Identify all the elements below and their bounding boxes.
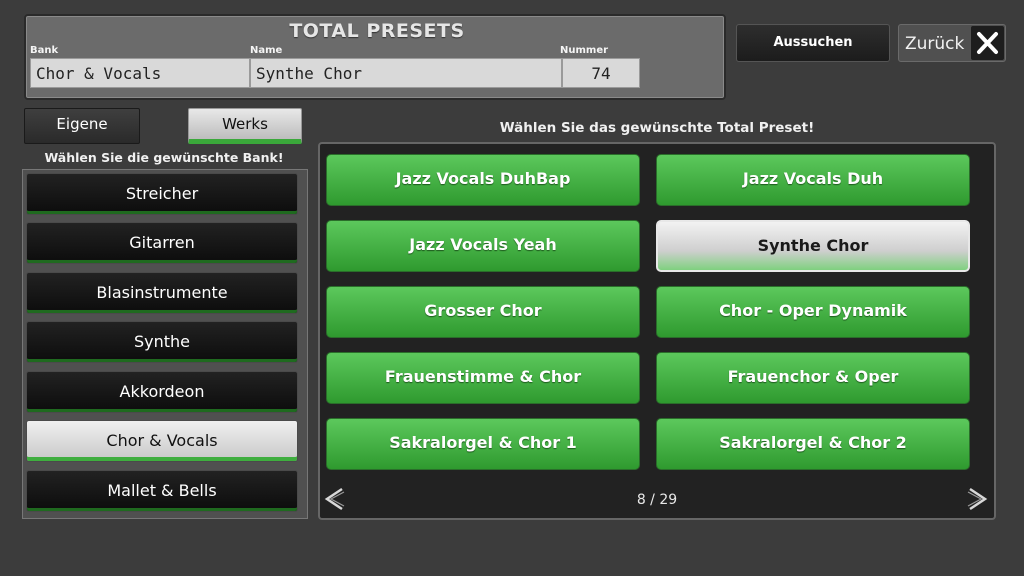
preset-button[interactable]: Jazz Vocals Duh	[656, 154, 970, 206]
preset-button[interactable]: Sakralorgel & Chor 2	[656, 418, 970, 470]
preset-instruction: Wählen Sie das gewünschte Total Preset!	[499, 120, 815, 136]
preset-button[interactable]: Frauenchor & Oper	[656, 352, 970, 404]
preset-button[interactable]: Chor - Oper Dynamik	[656, 286, 970, 338]
back-button[interactable]: Zurück	[898, 24, 1006, 62]
number-field: 74	[562, 58, 640, 88]
bank-item-blasinstrumente[interactable]: Blasinstrumente	[26, 272, 298, 314]
preset-button[interactable]: Jazz Vocals Yeah	[326, 220, 640, 272]
chevron-right-icon[interactable]	[966, 483, 990, 515]
preset-button[interactable]: Sakralorgel & Chor 1	[326, 418, 640, 470]
page-title: TOTAL PRESETS	[289, 20, 465, 42]
preset-info-panel: TOTAL PRESETS Bank Name Nummer Chor & Vo…	[24, 14, 726, 100]
page-indicator: 8 / 29	[636, 492, 678, 508]
bank-item-chor-vocals[interactable]: Chor & Vocals	[26, 420, 298, 462]
name-field-label: Name	[250, 45, 283, 56]
bank-item-akkordeon[interactable]: Akkordeon	[26, 371, 298, 413]
bank-field: Chor & Vocals	[30, 58, 250, 88]
preset-button-selected[interactable]: Synthe Chor	[656, 220, 970, 272]
bank-instruction: Wählen Sie die gewünschte Bank!	[44, 150, 284, 165]
select-button[interactable]: Aussuchen	[736, 24, 890, 62]
bank-item-synthe[interactable]: Synthe	[26, 321, 298, 363]
number-field-label: Nummer	[560, 45, 609, 56]
back-label: Zurück	[905, 34, 965, 54]
bank-item-streicher[interactable]: Streicher	[26, 173, 298, 215]
tab-werks[interactable]: Werks	[188, 108, 302, 144]
preset-button[interactable]: Jazz Vocals DuhBap	[326, 154, 640, 206]
tab-eigene[interactable]: Eigene	[24, 108, 140, 144]
close-icon[interactable]	[971, 26, 1004, 60]
preset-grid: Jazz Vocals DuhBap Jazz Vocals Duh Jazz …	[318, 142, 996, 520]
bank-list: Streicher Gitarren Blasinstrumente Synth…	[22, 169, 308, 519]
chevron-left-icon[interactable]	[322, 483, 346, 515]
preset-button[interactable]: Frauenstimme & Chor	[326, 352, 640, 404]
bank-item-gitarren[interactable]: Gitarren	[26, 222, 298, 264]
bank-field-label: Bank	[30, 45, 59, 56]
name-field: Synthe Chor	[250, 58, 562, 88]
preset-button[interactable]: Grosser Chor	[326, 286, 640, 338]
bank-item-mallet-bells[interactable]: Mallet & Bells	[26, 470, 298, 512]
